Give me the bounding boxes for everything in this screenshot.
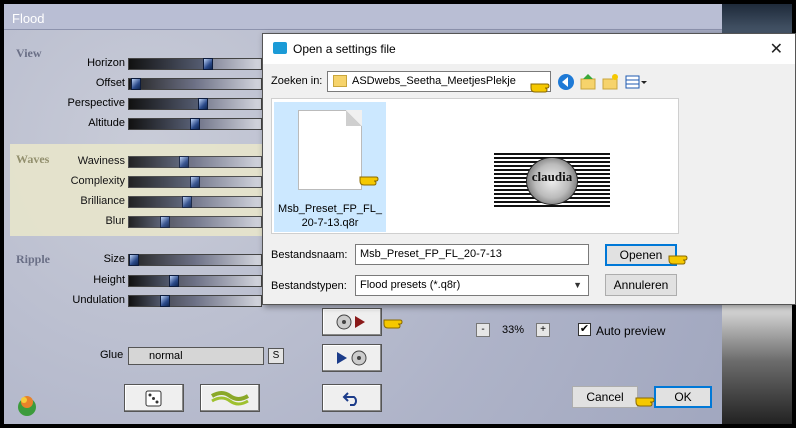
slider-thumb[interactable] <box>197 98 208 110</box>
new-folder-icon[interactable] <box>601 73 619 91</box>
file-list: Msb_Preset_FP_FL_20-7-13.q8r claudia <box>271 98 679 234</box>
flower-logo-icon <box>18 396 36 416</box>
dialog-title: Open a settings file <box>263 34 795 64</box>
arrow-disc-icon <box>337 350 367 366</box>
document-icon <box>298 110 362 190</box>
watermark-preview: claudia <box>494 153 610 209</box>
look-in-select[interactable]: ASDwebs_Seetha_MeetjesPlekje <box>327 71 551 92</box>
blur-slider[interactable] <box>128 216 262 228</box>
chevron-down-icon: ▼ <box>573 280 582 290</box>
open-settings-dialog: Open a settings file ✕ Zoeken in: ASDweb… <box>262 33 796 305</box>
reset-button[interactable] <box>322 384 382 412</box>
filetype-value: Flood presets (*.q8r) <box>360 279 461 291</box>
row-complexity: Complexity <box>10 172 262 192</box>
slider-label: Undulation <box>72 294 125 306</box>
undo-icon <box>342 392 357 406</box>
window-title: Flood <box>4 4 728 30</box>
auto-preview-checkbox[interactable]: ✔ <box>578 323 591 336</box>
pointing-hand-icon <box>635 397 655 407</box>
height-slider[interactable] <box>128 275 262 287</box>
glue-select[interactable]: normal <box>128 347 264 365</box>
row-undulation: Undulation <box>10 291 262 311</box>
slider-label: Complexity <box>70 175 125 187</box>
camera-icon <box>273 42 287 54</box>
waviness-slider[interactable] <box>128 156 262 168</box>
dice-icon <box>145 390 162 407</box>
file-name: Msb_Preset_FP_FL_20-7-13.q8r <box>278 203 382 229</box>
slider-label: Brilliance <box>80 195 125 207</box>
slider-thumb[interactable] <box>129 254 140 266</box>
pointing-hand-icon <box>668 255 688 265</box>
save-preset-button[interactable] <box>322 344 382 372</box>
watermark-text: claudia <box>531 169 573 184</box>
row-waviness: Waviness <box>10 152 262 172</box>
zoom-level: 33% <box>502 324 525 336</box>
folder-name: ASDwebs_Seetha_MeetjesPlekje <box>352 75 516 87</box>
slider-thumb[interactable] <box>203 58 214 70</box>
section-ripple: Ripple Size Height Undulation <box>10 244 262 320</box>
row-horizon: Horizon <box>10 54 262 74</box>
slider-label: Blur <box>105 215 125 227</box>
slider-thumb[interactable] <box>130 78 141 90</box>
filename-input[interactable]: Msb_Preset_FP_FL_20-7-13 <box>355 244 589 265</box>
row-size: Size <box>10 250 262 270</box>
glue-s-button[interactable]: S <box>268 348 284 364</box>
zoom-in-button[interactable]: + <box>536 323 550 337</box>
load-preset-button[interactable] <box>322 308 382 336</box>
slider-thumb[interactable] <box>179 156 190 168</box>
file-item[interactable]: Msb_Preset_FP_FL_20-7-13.q8r <box>274 102 386 232</box>
row-offset: Offset <box>10 74 262 94</box>
slider-label: Waviness <box>77 155 125 167</box>
row-altitude: Altitude <box>10 114 262 134</box>
glue-label: Glue <box>100 349 124 361</box>
slider-thumb[interactable] <box>159 295 170 307</box>
altitude-slider[interactable] <box>128 118 262 130</box>
slider-label: Size <box>103 253 125 265</box>
undulation-slider[interactable] <box>128 295 262 307</box>
slider-label: Height <box>93 274 125 286</box>
look-in-label: Zoeken in: <box>271 75 323 87</box>
pointing-hand-icon <box>530 83 550 93</box>
wave-icon <box>210 391 250 406</box>
disc-arrow-icon <box>336 314 365 330</box>
up-folder-icon[interactable] <box>579 73 597 91</box>
brilliance-slider[interactable] <box>128 196 262 208</box>
slider-thumb[interactable] <box>182 196 193 208</box>
perspective-slider[interactable] <box>128 98 262 110</box>
auto-preview-label: Auto preview <box>596 324 666 338</box>
slider-label: Altitude <box>88 117 125 129</box>
complexity-slider[interactable] <box>128 176 262 188</box>
slider-label: Horizon <box>87 57 125 69</box>
slider-label: Perspective <box>67 97 125 109</box>
horizon-slider[interactable] <box>128 58 262 70</box>
slider-label: Offset <box>95 77 125 89</box>
section-waves: Waves Waviness Complexity Brilliance Blu… <box>10 144 262 236</box>
waves-button[interactable] <box>200 384 260 412</box>
random-button[interactable] <box>124 384 184 412</box>
folder-icon <box>333 75 347 87</box>
zoom-out-button[interactable]: - <box>476 323 490 337</box>
section-view: View Horizon Offset Perspective Altitude <box>10 38 262 136</box>
slider-thumb[interactable] <box>190 176 200 188</box>
row-height: Height <box>10 271 262 291</box>
close-icon[interactable]: ✕ <box>770 39 783 59</box>
row-brilliance: Brilliance <box>10 192 262 212</box>
filetype-label: Bestandstypen: <box>271 280 347 292</box>
row-blur: Blur <box>10 212 262 232</box>
filename-label: Bestandsnaam: <box>271 249 348 261</box>
pointing-hand-icon <box>383 319 403 329</box>
pointing-hand-icon <box>359 176 379 186</box>
offset-slider[interactable] <box>128 78 262 90</box>
row-perspective: Perspective <box>10 94 262 114</box>
slider-thumb[interactable] <box>168 275 179 287</box>
slider-thumb[interactable] <box>190 118 200 130</box>
size-slider[interactable] <box>128 254 262 266</box>
view-menu-icon[interactable] <box>625 73 649 91</box>
annuleren-button[interactable]: Annuleren <box>605 274 677 296</box>
slider-thumb[interactable] <box>159 216 170 228</box>
back-icon[interactable] <box>557 73 575 91</box>
filetype-select[interactable]: Flood presets (*.q8r) ▼ <box>355 275 589 296</box>
cancel-button[interactable]: Cancel <box>572 386 638 408</box>
